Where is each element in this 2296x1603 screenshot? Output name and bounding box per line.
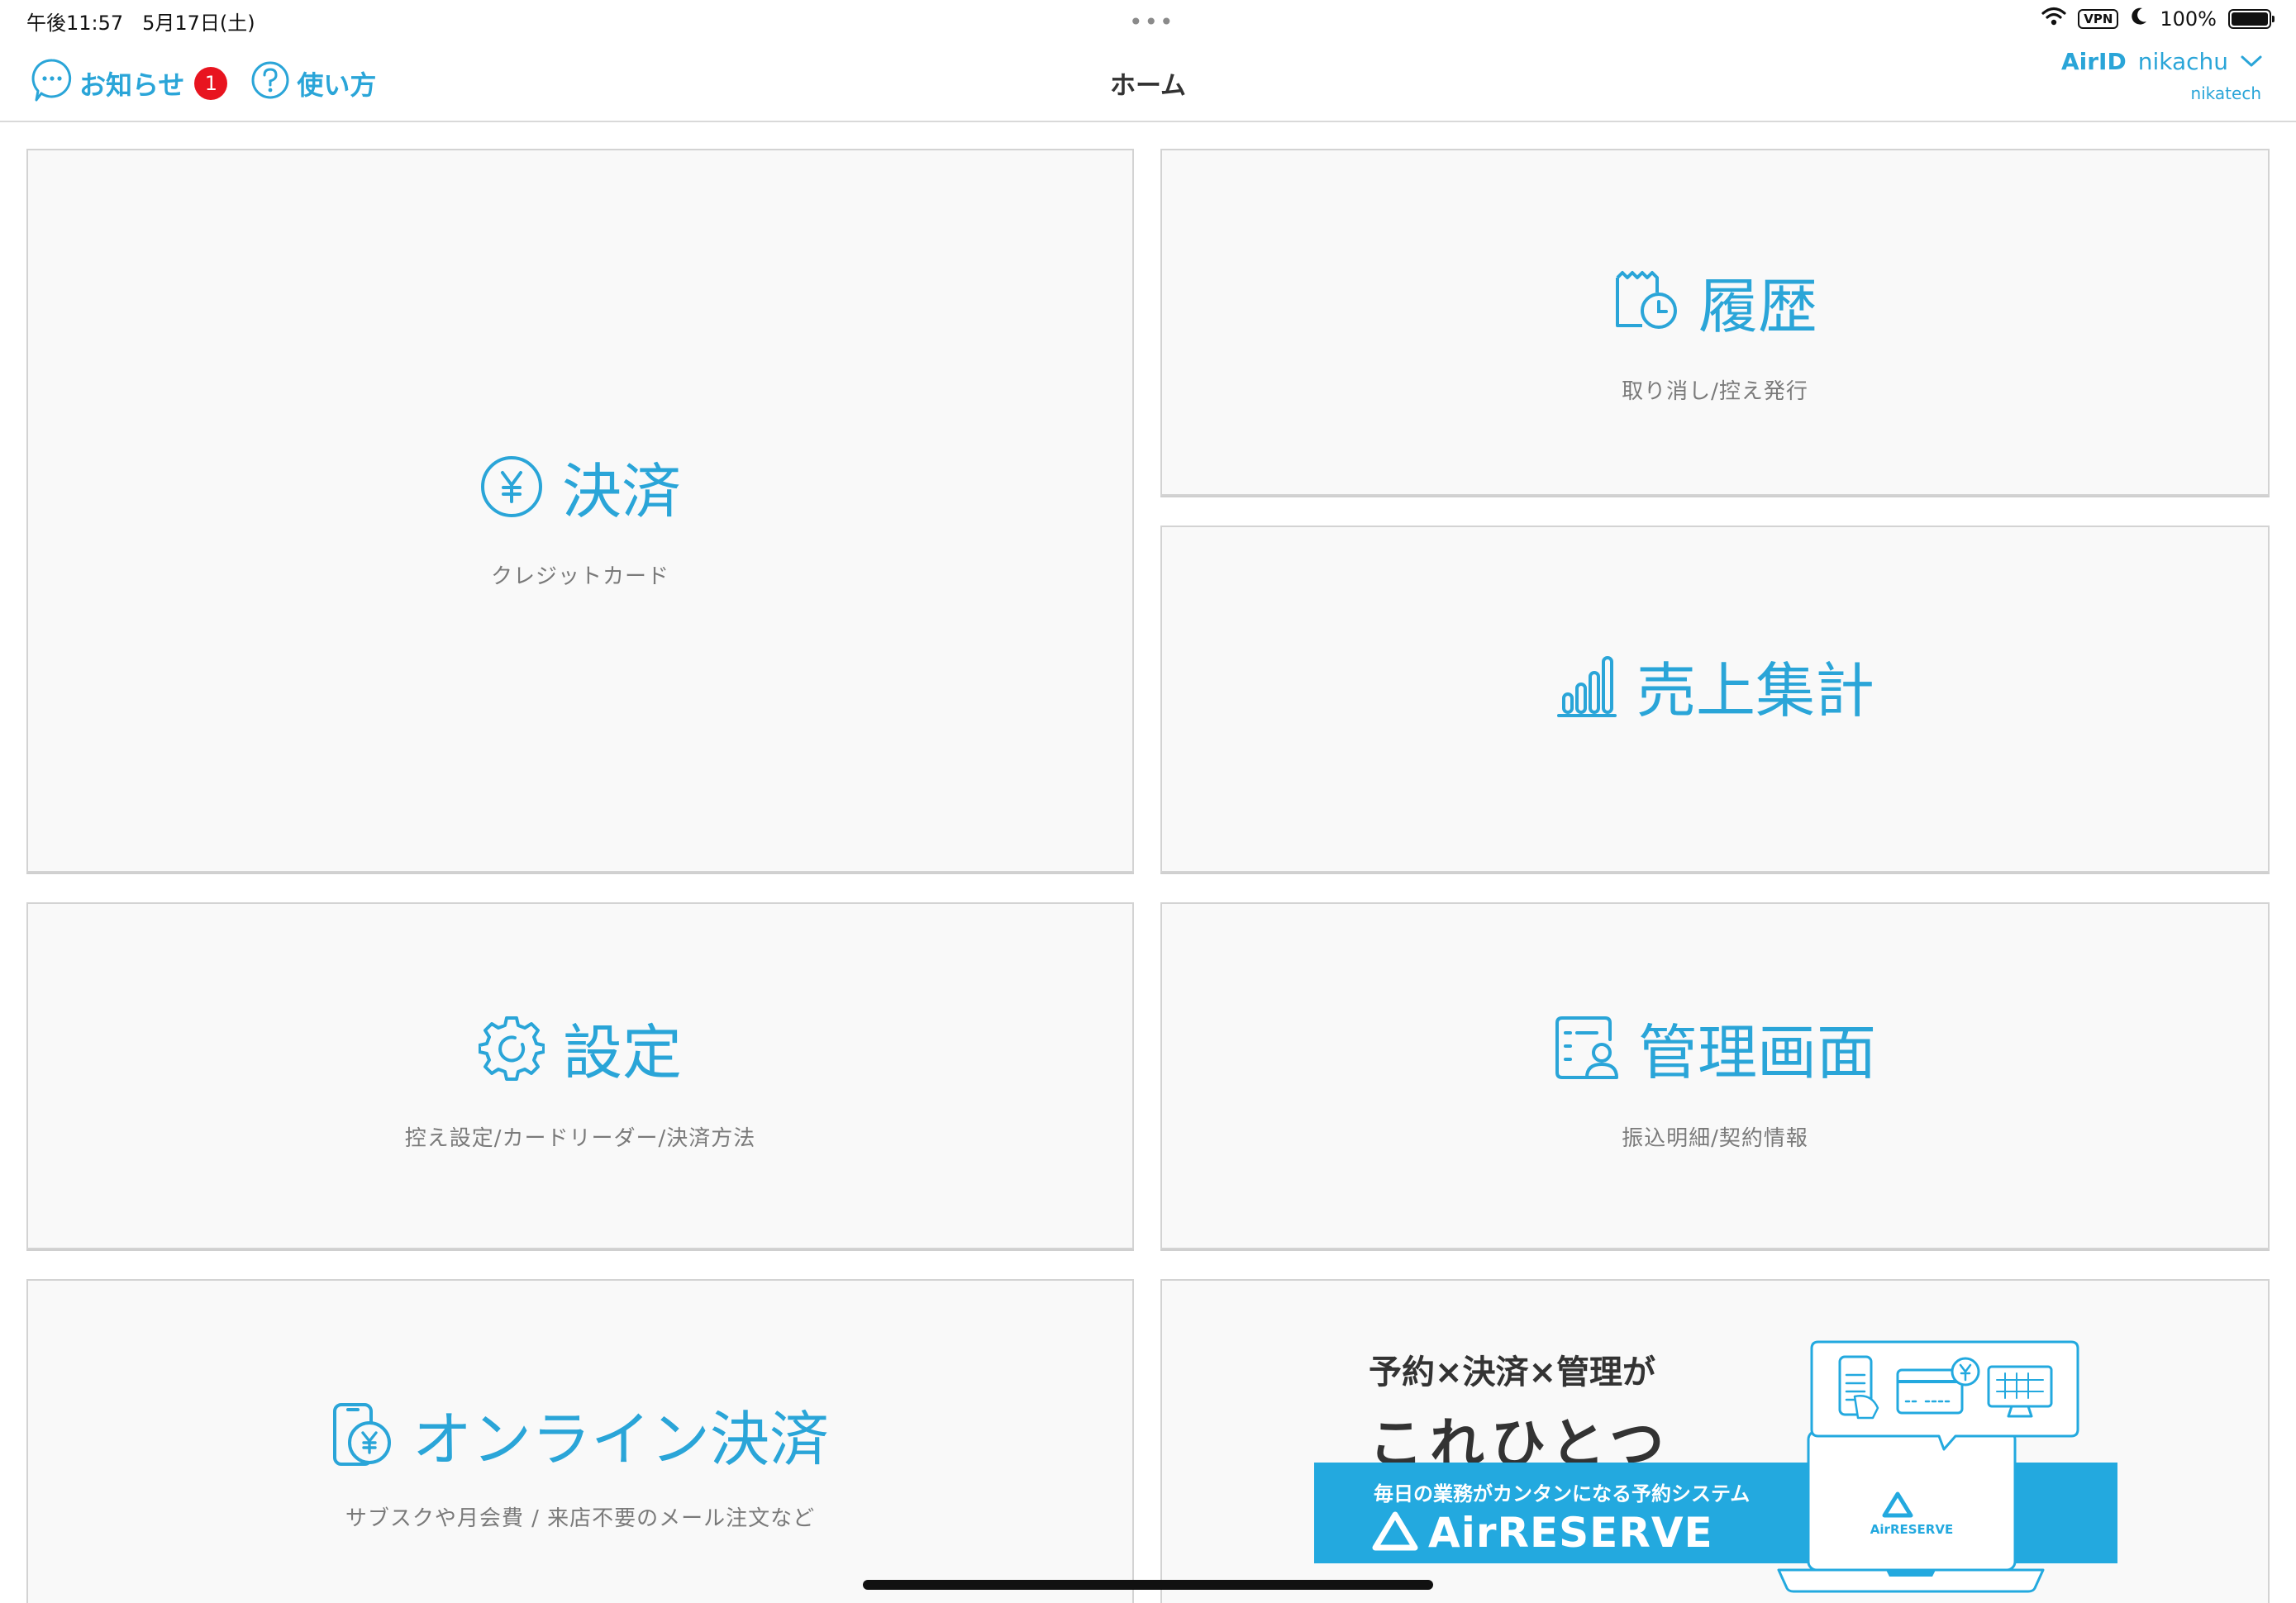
battery-percent: 100% bbox=[2160, 7, 2217, 31]
airreserve-ad-banner[interactable]: 予約×決済×管理が これひとつ 毎日の業務がカンタンになる予約システム AirR… bbox=[1160, 1279, 2270, 1603]
account-subtitle: nikatech bbox=[2190, 83, 2261, 103]
app-root: 午後11:57 5月17日(土) ••• VPN 100% お知らせ 1 使い方… bbox=[0, 0, 2296, 1603]
sales-title-row: 売上集計 bbox=[1555, 653, 1874, 728]
status-indicators: VPN 100% bbox=[2041, 7, 2275, 31]
ad-headline-line1: 予約×決済×管理が bbox=[1369, 1353, 1656, 1391]
laptop-brand-text: AirRESERVE bbox=[1870, 1522, 1954, 1537]
payment-tile-content: 決済 クレジットカード bbox=[28, 454, 1132, 590]
moon-icon bbox=[2130, 7, 2148, 31]
ad-headline: 予約×決済×管理が これひとつ bbox=[1369, 1345, 1670, 1479]
history-title: 履歴 bbox=[1698, 271, 1817, 341]
chevron-down-icon bbox=[2240, 48, 2263, 75]
question-circle-icon bbox=[250, 60, 290, 107]
help-label: 使い方 bbox=[297, 69, 377, 101]
status-date: 5月17日(土) bbox=[142, 12, 255, 35]
status-bar: 午後11:57 5月17日(土) ••• VPN 100% bbox=[0, 0, 2296, 40]
navigation-bar: お知らせ 1 使い方 ホーム AirID nikachu nikatech bbox=[0, 40, 2296, 122]
payment-title: 決済 bbox=[561, 456, 681, 526]
battery-icon bbox=[2228, 9, 2275, 29]
online-payment-tile[interactable]: オンライン決済 サブスクや月会費 / 来店不要のメール注文など bbox=[26, 1279, 1134, 1603]
sales-tile-content: 売上集計 bbox=[1162, 653, 2268, 728]
account-menu[interactable]: AirID nikachu nikatech bbox=[2061, 48, 2263, 103]
sales-summary-tile[interactable]: 売上集計 bbox=[1160, 526, 2270, 873]
status-time: 午後11:57 bbox=[26, 12, 124, 35]
admin-tile[interactable]: 管理画面 振込明細/契約情報 bbox=[1160, 902, 2270, 1249]
notifications-button[interactable]: お知らせ 1 bbox=[31, 58, 239, 109]
admin-title: 管理画面 bbox=[1637, 1017, 1876, 1087]
account-name: nikachu bbox=[2137, 48, 2228, 75]
payment-subtitle: クレジットカード bbox=[490, 564, 669, 589]
settings-title-row: 設定 bbox=[477, 1015, 682, 1090]
multitasking-dots-icon[interactable]: ••• bbox=[1129, 8, 1175, 36]
settings-tile[interactable]: 設定 控え設定/カードリーダー/決済方法 bbox=[26, 902, 1134, 1249]
airid-label: AirID bbox=[2060, 48, 2127, 75]
online-payment-tile-content: オンライン決済 サブスクや月会費 / 来店不要のメール注文など bbox=[28, 1401, 1132, 1532]
status-datetime: 午後11:57 5月17日(土) bbox=[26, 7, 255, 36]
history-tile-content: 履歴 取り消し/控え発行 bbox=[1162, 269, 2268, 405]
admin-title-row: 管理画面 bbox=[1554, 1015, 1876, 1090]
nav-left-group: お知らせ 1 使い方 bbox=[31, 58, 376, 109]
vpn-badge: VPN bbox=[2078, 9, 2119, 29]
home-indicator[interactable] bbox=[863, 1580, 1433, 1590]
laptop-illustration: AirRESERVE bbox=[1774, 1339, 2088, 1603]
history-title-row: 履歴 bbox=[1612, 269, 1817, 343]
yen-coin-icon bbox=[479, 454, 544, 528]
notifications-label: お知らせ bbox=[79, 69, 185, 101]
online-payment-title-row: オンライン決済 bbox=[331, 1401, 829, 1477]
settings-subtitle: 控え設定/カードリーダー/決済方法 bbox=[404, 1126, 756, 1151]
payment-title-row: 決済 bbox=[479, 454, 681, 528]
account-row: AirID nikachu bbox=[2061, 48, 2263, 75]
admin-subtitle: 振込明細/契約情報 bbox=[1622, 1126, 1808, 1151]
receipt-clock-icon bbox=[1612, 269, 1680, 343]
online-payment-title: オンライン決済 bbox=[412, 1404, 829, 1474]
history-subtitle: 取り消し/控え発行 bbox=[1622, 379, 1808, 404]
phone-yen-icon bbox=[331, 1401, 394, 1477]
payment-tile[interactable]: 決済 クレジットカード bbox=[26, 149, 1134, 873]
admin-tile-content: 管理画面 振込明細/契約情報 bbox=[1162, 1015, 2268, 1152]
gear-icon bbox=[477, 1015, 545, 1090]
ad-logo-row: AirRESERVE bbox=[1372, 1509, 1713, 1557]
chat-bubble-icon bbox=[31, 58, 73, 109]
help-button[interactable]: 使い方 bbox=[250, 60, 376, 107]
battery-fill bbox=[2232, 12, 2268, 26]
settings-tile-content: 設定 控え設定/カードリーダー/決済方法 bbox=[28, 1015, 1132, 1152]
settings-title: 設定 bbox=[562, 1017, 682, 1087]
wifi-icon bbox=[2041, 7, 2066, 31]
admin-profile-icon bbox=[1554, 1015, 1620, 1090]
airreserve-logo-icon bbox=[1372, 1510, 1418, 1556]
ad-tagline: 毎日の業務がカンタンになる予約システム bbox=[1374, 1482, 1751, 1505]
ad-brand-name: AirRESERVE bbox=[1428, 1509, 1713, 1557]
sales-title: 売上集計 bbox=[1636, 655, 1874, 725]
online-payment-subtitle: サブスクや月会費 / 来店不要のメール注文など bbox=[345, 1506, 816, 1531]
notification-count-badge: 1 bbox=[194, 67, 228, 100]
bar-chart-icon bbox=[1555, 653, 1618, 728]
history-tile[interactable]: 履歴 取り消し/控え発行 bbox=[1160, 149, 2270, 496]
